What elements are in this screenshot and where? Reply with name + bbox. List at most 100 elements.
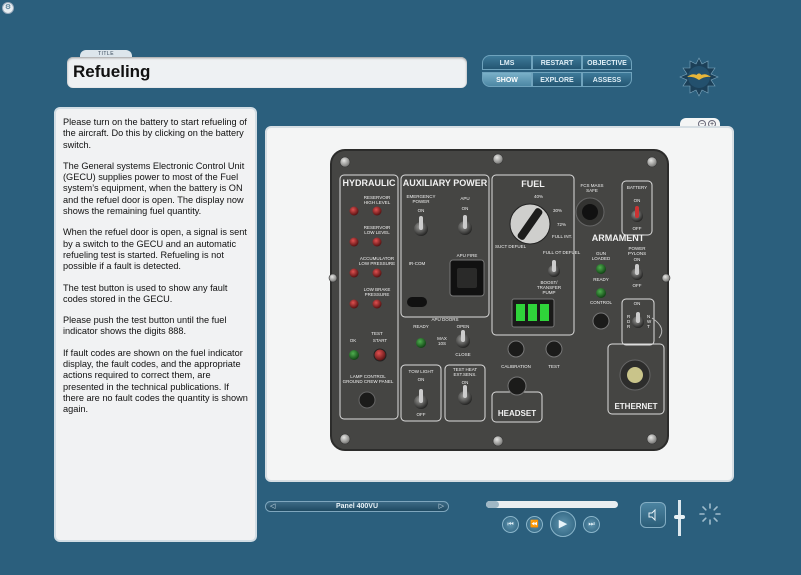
- control-connector: [592, 312, 610, 330]
- start-label: START: [373, 338, 388, 343]
- fuel-30-label: 30%: [553, 208, 562, 213]
- battery-switch[interactable]: [635, 206, 639, 218]
- screw-icon: [646, 156, 658, 168]
- defuel-label: SUCT DEFUEL: [495, 244, 527, 249]
- power-pylons-toggle[interactable]: [635, 264, 639, 275]
- armament-ready-lamp: [596, 288, 606, 298]
- fuel-test-button[interactable]: [545, 340, 563, 358]
- reservoir-low-label: RESERVOIR LOW LEVEL: [364, 225, 391, 235]
- progress-bar[interactable]: [486, 501, 618, 508]
- apu-toggle[interactable]: [463, 215, 467, 229]
- ir-com-label: IR-COM: [409, 261, 426, 266]
- open-label: OPEN: [457, 324, 470, 329]
- screw-icon: [492, 435, 504, 447]
- next-panel-icon[interactable]: ▷: [439, 502, 444, 511]
- aux-power-title: AUXILIARY POWER: [403, 178, 488, 188]
- headset-label: HEADSET: [498, 409, 536, 418]
- tow-light-toggle[interactable]: [419, 389, 423, 403]
- instruction-paragraph: Please turn on the battery to start refu…: [63, 117, 247, 150]
- volume-slider-handle[interactable]: [674, 515, 685, 519]
- ok-label: OK: [350, 338, 357, 343]
- battery-on-label: ON: [634, 198, 641, 203]
- ready-label: READY: [413, 324, 429, 329]
- simulation-viewport: HYDRAULIC RESERVOIR HIGH LEVEL RESERVOIR L…: [265, 126, 734, 482]
- tow-light-label: TOW LIGHT: [409, 369, 434, 374]
- hydraulic-test-start-button[interactable]: [373, 348, 387, 362]
- panel-selector[interactable]: ◁ Panel 400VU ▷: [265, 501, 449, 512]
- fuel-digit: [516, 304, 525, 321]
- rewind-button[interactable]: ⏪: [526, 516, 543, 533]
- calibration-label: CALIBRATION: [501, 364, 531, 369]
- cockpit-panel-400vu: HYDRAULIC RESERVOIR HIGH LEVEL RESERVOIR L…: [328, 149, 671, 451]
- fuel-test-label: TEST: [548, 364, 560, 369]
- tow-off-label: OFF: [417, 412, 426, 417]
- skip-forward-icon: ⏭: [588, 521, 595, 528]
- restart-button[interactable]: RESTART: [532, 55, 582, 70]
- rewind-icon: ⏪: [530, 521, 539, 528]
- reservoir-low-lamp: [372, 237, 382, 247]
- reservoir-high-lamp: [372, 206, 382, 216]
- lamp-control-connector: [358, 391, 376, 409]
- test-heat-label: TEST HEAT EXT.SENS.: [453, 367, 478, 377]
- lms-button[interactable]: LMS: [482, 55, 532, 70]
- armament-title: ARMAMENT: [592, 233, 645, 243]
- reservoir-high-label: RESERVOIR HIGH LEVEL: [364, 195, 391, 205]
- instruction-paragraph: The test button is used to show any faul…: [63, 282, 228, 304]
- max-label: MAX 10S: [437, 336, 447, 346]
- fuel-72-label: 72%: [557, 222, 566, 227]
- screw-icon: [646, 433, 658, 445]
- play-button[interactable]: ▶: [550, 511, 576, 537]
- volume-button[interactable]: [640, 502, 666, 528]
- low-brake-label: LOW BRAKE PRESSURE: [364, 287, 391, 297]
- loading-spinner-icon: [699, 503, 721, 525]
- accumulator-lamp: [372, 268, 382, 278]
- apu-doors-ready-lamp: [416, 338, 426, 348]
- ethernet-label: ETHERNET: [614, 402, 657, 411]
- reservoir-low-lamp: [349, 237, 359, 247]
- winged-emblem-logo: [679, 57, 719, 97]
- pylons-on-label: ON: [634, 257, 641, 262]
- low-brake-lamp: [372, 299, 382, 309]
- instruction-paragraph: Please push the test button until the fu…: [63, 315, 227, 337]
- emergency-on-label: ON: [418, 208, 425, 213]
- screw-icon: [339, 156, 351, 168]
- show-button[interactable]: SHOW: [482, 72, 532, 87]
- assess-button[interactable]: ASSESS: [582, 72, 632, 87]
- speaker-icon: [648, 508, 656, 522]
- skip-forward-button[interactable]: ⏭: [583, 516, 600, 533]
- apu-doors-label: APU DOORS: [431, 317, 458, 322]
- objective-button[interactable]: OBJECTIVE: [582, 55, 632, 70]
- calibration-connector: [507, 340, 525, 358]
- fuel-40-label: 40%: [534, 194, 543, 199]
- test-heat-toggle[interactable]: [463, 385, 467, 398]
- apu-doors-toggle[interactable]: [461, 330, 465, 342]
- apu-fire-label: APU FIRE: [457, 253, 478, 258]
- pylons-off-label: OFF: [633, 283, 642, 288]
- fuel-title: FUEL: [521, 179, 545, 189]
- explore-button[interactable]: EXPLORE: [532, 72, 582, 87]
- accumulator-label: ACCUMULATOR LOW PRESSURE: [359, 256, 395, 266]
- power-pylons-label: POWER PYLONS: [628, 246, 646, 256]
- boost-pump-toggle[interactable]: [552, 260, 556, 272]
- rdr-on-label: ON: [634, 301, 641, 306]
- skip-back-icon: ⏮: [507, 521, 514, 528]
- skip-back-button[interactable]: ⏮: [502, 516, 519, 533]
- play-icon: ▶: [558, 518, 568, 530]
- tow-on-label: ON: [418, 377, 425, 382]
- screw-icon: [661, 273, 671, 283]
- screw-icon: [339, 433, 351, 445]
- armament-ready-label: READY: [593, 277, 609, 282]
- fuel-digit: [528, 304, 537, 321]
- settings-icon[interactable]: ⚙: [2, 2, 14, 14]
- low-brake-lamp: [349, 299, 359, 309]
- instruction-paragraph: If fault codes are shown on the fuel ind…: [63, 347, 248, 415]
- page-title: Refueling: [73, 62, 151, 81]
- rdr-nwt-toggle[interactable]: [636, 312, 640, 323]
- battery-off-label: OFF: [633, 226, 642, 231]
- emergency-power-toggle[interactable]: [419, 216, 423, 230]
- test-label: TEST: [371, 331, 383, 336]
- instruction-panel: Please turn on the battery to start refu…: [54, 107, 257, 542]
- panel-label: Panel 400VU: [335, 503, 379, 510]
- hydraulic-title: HYDRAULIC: [343, 178, 396, 188]
- full-ot-label: FULL OT DEFUEL: [543, 250, 581, 255]
